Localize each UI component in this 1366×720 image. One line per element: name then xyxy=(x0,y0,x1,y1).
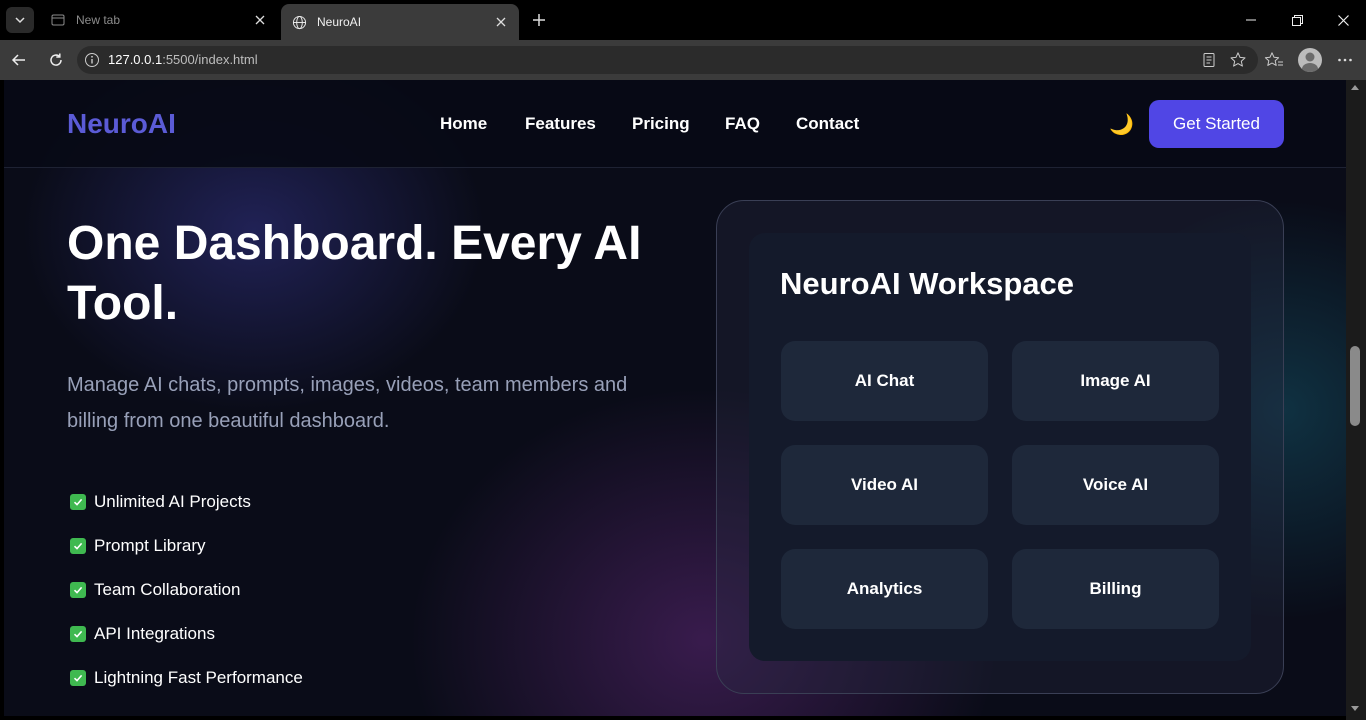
page-viewport: NeuroAI Home Features Pricing FAQ Contac… xyxy=(4,80,1346,716)
site-logo[interactable]: NeuroAI xyxy=(67,108,176,140)
tab-neuroai[interactable]: NeuroAI xyxy=(281,4,519,40)
arrow-left-icon xyxy=(11,54,25,66)
list-item: Prompt Library xyxy=(70,524,303,568)
tool-video-ai[interactable]: Video AI xyxy=(781,445,988,525)
tab-strip: New tab NeuroAI xyxy=(0,0,1366,40)
minimize-button[interactable] xyxy=(1228,0,1274,40)
list-item: Lightning Fast Performance xyxy=(70,656,303,700)
nav-link-home[interactable]: Home xyxy=(440,114,487,134)
back-button[interactable] xyxy=(6,47,32,73)
favorites-icon[interactable] xyxy=(1264,51,1284,69)
feature-label: Prompt Library xyxy=(94,536,206,555)
url-host: 127.0.0.1 xyxy=(108,52,163,67)
url-text[interactable]: 127.0.0.1:5500/index.html xyxy=(108,52,258,68)
hero-title: One Dashboard. Every AI Tool. xyxy=(67,217,642,330)
globe-icon xyxy=(291,14,307,30)
close-window-button[interactable] xyxy=(1320,0,1366,40)
restore-button[interactable] xyxy=(1274,0,1320,40)
tool-ai-chat[interactable]: AI Chat xyxy=(781,341,988,421)
restore-icon xyxy=(1291,14,1303,26)
nav-link-contact[interactable]: Contact xyxy=(796,114,859,134)
nav-link-faq[interactable]: FAQ xyxy=(725,114,760,134)
feature-label: API Integrations xyxy=(94,624,215,643)
feature-label: Unlimited AI Projects xyxy=(94,492,251,511)
url-path: :5500/index.html xyxy=(162,52,258,67)
scroll-up-icon[interactable] xyxy=(1350,82,1360,92)
more-options-icon[interactable] xyxy=(1337,52,1353,68)
nav-link-features[interactable]: Features xyxy=(525,114,596,134)
feature-list: Unlimited AI Projects Prompt Library Tea… xyxy=(70,480,303,700)
tab-new-tab[interactable]: New tab xyxy=(40,4,278,36)
close-icon xyxy=(1337,14,1349,26)
check-icon xyxy=(70,582,86,598)
check-icon xyxy=(70,538,86,554)
nav-link-pricing[interactable]: Pricing xyxy=(632,114,690,134)
check-icon xyxy=(70,670,86,686)
list-item: Team Collaboration xyxy=(70,568,303,612)
check-icon xyxy=(70,626,86,642)
chevron-down-icon xyxy=(15,17,25,24)
reader-mode-icon[interactable] xyxy=(1201,52,1217,68)
reload-icon xyxy=(50,53,62,66)
star-icon[interactable] xyxy=(1229,51,1247,69)
tab-title: New tab xyxy=(76,13,121,27)
list-item: API Integrations xyxy=(70,612,303,656)
tool-image-ai[interactable]: Image AI xyxy=(1012,341,1219,421)
scroll-down-icon[interactable] xyxy=(1350,704,1360,714)
tool-analytics[interactable]: Analytics xyxy=(781,549,988,629)
close-icon[interactable] xyxy=(252,12,268,28)
close-icon[interactable] xyxy=(493,14,509,30)
minimize-icon xyxy=(1246,19,1256,21)
scrollbar-thumb[interactable] xyxy=(1350,346,1360,426)
tool-billing[interactable]: Billing xyxy=(1012,549,1219,629)
feature-label: Team Collaboration xyxy=(94,580,241,599)
tab-actions-menu-button[interactable] xyxy=(6,7,34,33)
site-navbar: NeuroAI Home Features Pricing FAQ Contac… xyxy=(4,80,1346,168)
new-tab-page-icon xyxy=(50,12,66,28)
list-item: Unlimited AI Projects xyxy=(70,480,303,524)
profile-avatar[interactable] xyxy=(1298,48,1322,72)
tab-title: NeuroAI xyxy=(317,15,362,29)
check-icon xyxy=(70,494,86,510)
workspace-title: NeuroAI Workspace xyxy=(780,266,1075,301)
reload-button[interactable] xyxy=(43,47,69,73)
hero-subtitle: Manage AI chats, prompts, images, videos… xyxy=(67,374,628,432)
feature-label: Lightning Fast Performance xyxy=(94,668,303,687)
info-icon[interactable] xyxy=(84,52,100,68)
plus-icon xyxy=(533,14,545,26)
tool-voice-ai[interactable]: Voice AI xyxy=(1012,445,1219,525)
get-started-button[interactable]: Get Started xyxy=(1149,100,1284,148)
theme-toggle-moon-icon[interactable]: 🌙 xyxy=(1109,112,1134,137)
new-tab-button[interactable] xyxy=(527,8,551,32)
